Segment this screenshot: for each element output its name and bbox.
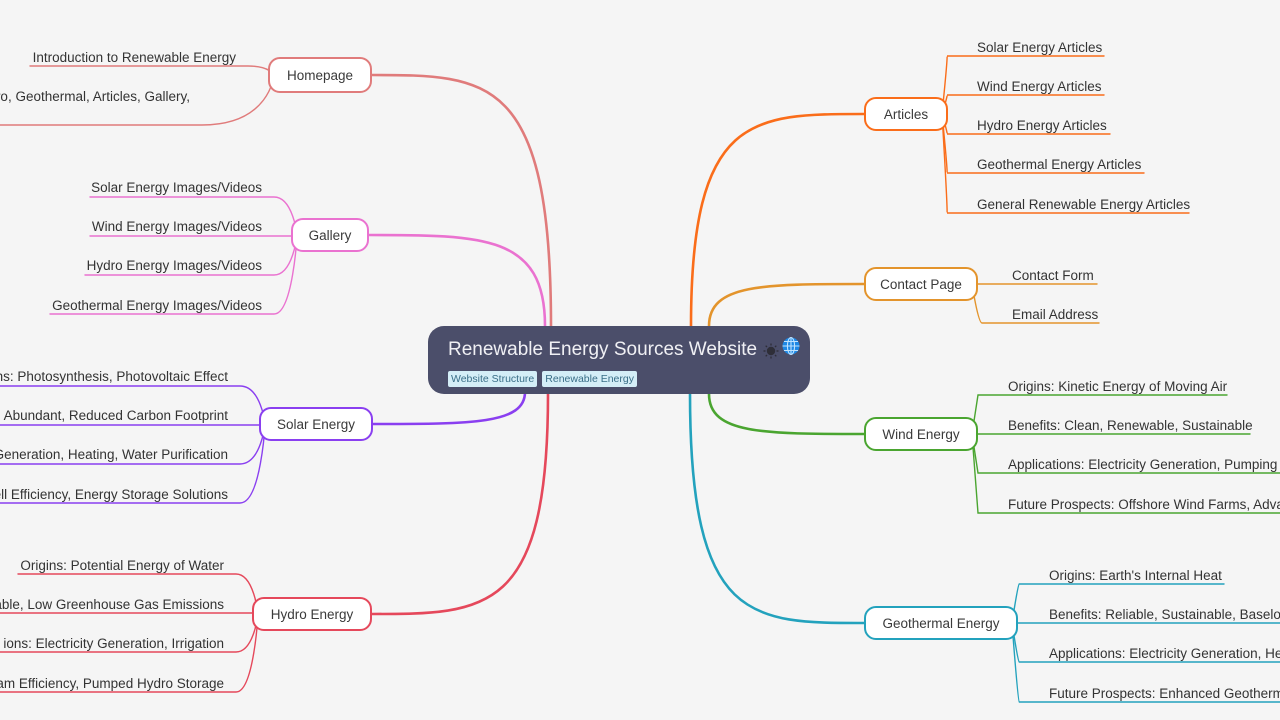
connector-wind-energy	[707, 392, 866, 436]
leaf-node-articles[interactable]: Geothermal Energy Articles	[977, 157, 1141, 172]
leaf-node-wind-energy[interactable]: Future Prospects: Offshore Wind Farms, A…	[1008, 497, 1280, 512]
leaf-node-geothermal-energy[interactable]: Applications: Electricity Generation, He	[1049, 646, 1280, 661]
leaf-node-solar-energy[interactable]: Generation, Heating, Water Purification	[0, 447, 228, 462]
connector-articles	[689, 112, 866, 328]
branch-node-hydro-energy[interactable]: Hydro Energy	[252, 597, 372, 631]
leaf-node-gallery[interactable]: Wind Energy Images/Videos	[92, 219, 262, 234]
branch-node-homepage[interactable]: Homepage	[268, 57, 372, 93]
connector-hydro-energy	[370, 392, 550, 616]
leaf-node-articles[interactable]: General Renewable Energy Articles	[977, 197, 1190, 212]
leaf-node-homepage[interactable]: Introduction to Renewable Energy	[33, 50, 236, 65]
tag-renewable-energy[interactable]: Renewable Energy	[542, 371, 637, 387]
leaf-node-articles[interactable]: Wind Energy Articles	[977, 79, 1102, 94]
connector-homepage	[370, 73, 553, 328]
leaf-node-solar-energy[interactable]: ns: Photosynthesis, Photovoltaic Effect	[0, 369, 228, 384]
leaf-node-hydro-energy[interactable]: Origins: Potential Energy of Water	[20, 558, 224, 573]
leaf-node-gallery[interactable]: Solar Energy Images/Videos	[91, 180, 262, 195]
leaf-node-hydro-energy[interactable]: able, Low Greenhouse Gas Emissions	[0, 597, 224, 612]
branch-node-contact-page[interactable]: Contact Page	[864, 267, 978, 301]
branch-node-gallery[interactable]: Gallery	[291, 218, 369, 252]
leaf-node-gallery[interactable]: Geothermal Energy Images/Videos	[52, 298, 262, 313]
connector-gallery	[367, 233, 547, 328]
leaf-node-geothermal-energy[interactable]: Future Prospects: Enhanced Geotherm	[1049, 686, 1280, 701]
leaf-node-contact-page[interactable]: Contact Form	[1012, 268, 1094, 283]
leaf-node-geothermal-energy[interactable]: Benefits: Reliable, Sustainable, Baseloa	[1049, 607, 1280, 622]
tag-website-structure[interactable]: Website Structure	[448, 371, 538, 387]
leaf-node-articles[interactable]: Solar Energy Articles	[977, 40, 1102, 55]
branch-node-solar-energy[interactable]: Solar Energy	[259, 407, 373, 441]
child-connector-articles	[941, 94, 1105, 115]
leaf-node-hydro-energy[interactable]: ions: Electricity Generation, Irrigation	[3, 636, 224, 651]
root-node[interactable]: Renewable Energy Sources Website Website…	[428, 326, 810, 394]
branch-node-wind-energy[interactable]: Wind Energy	[864, 417, 978, 451]
leaf-node-gallery[interactable]: Hydro Energy Images/Videos	[87, 258, 262, 273]
leaf-node-contact-page[interactable]: Email Address	[1012, 307, 1098, 322]
leaf-node-hydro-energy[interactable]: am Efficiency, Pumped Hydro Storage	[0, 676, 224, 691]
leaf-node-geothermal-energy[interactable]: Origins: Earth's Internal Heat	[1049, 568, 1222, 583]
leaf-node-solar-energy[interactable]: ell Efficiency, Energy Storage Solutions	[0, 487, 228, 502]
leaf-node-wind-energy[interactable]: Benefits: Clean, Renewable, Sustainable	[1008, 418, 1253, 433]
sun-icon	[763, 342, 779, 358]
connector-geothermal-energy	[688, 392, 866, 625]
leaf-node-homepage[interactable]: ro, Geothermal, Articles, Gallery,	[0, 89, 190, 104]
leaf-node-articles[interactable]: Hydro Energy Articles	[977, 118, 1107, 133]
globe-icon	[781, 336, 801, 363]
root-title: Renewable Energy Sources Website	[448, 338, 758, 360]
branch-node-articles[interactable]: Articles	[864, 97, 948, 131]
leaf-node-solar-energy[interactable]: Abundant, Reduced Carbon Footprint	[4, 408, 228, 423]
leaf-node-wind-energy[interactable]: Origins: Kinetic Energy of Moving Air	[1008, 379, 1227, 394]
branch-node-geothermal-energy[interactable]: Geothermal Energy	[864, 606, 1018, 640]
connector-contact-page	[707, 282, 866, 328]
leaf-node-wind-energy[interactable]: Applications: Electricity Generation, Pu…	[1008, 457, 1277, 472]
child-connector-homepage	[29, 65, 275, 76]
connector-solar-energy	[371, 390, 527, 426]
